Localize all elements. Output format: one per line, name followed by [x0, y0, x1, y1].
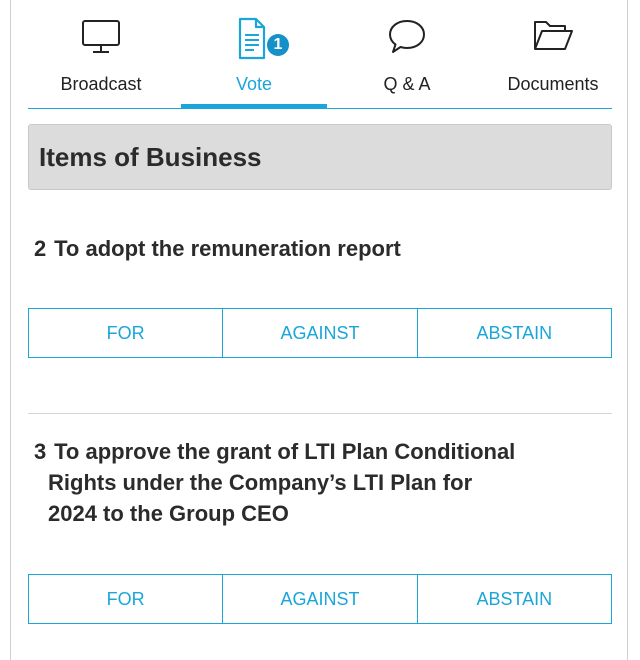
tab-label: Vote [235, 74, 273, 94]
tab-documents[interactable]: Documents [480, 0, 626, 108]
resolution-text: To approve the grant of LTI Plan Conditi… [54, 439, 516, 464]
vote-for-button[interactable]: FOR [29, 309, 223, 357]
folder-icon [480, 16, 626, 60]
vote-for-button[interactable]: FOR [29, 575, 223, 623]
tab-bar: Broadcast 1 Vote Q & A Documents [28, 0, 612, 109]
vote-against-button[interactable]: AGAINST [222, 575, 417, 623]
vote-options: FOR AGAINST ABSTAIN [28, 308, 612, 358]
resolution-text: To adopt the remuneration report [54, 236, 401, 261]
tab-qa[interactable]: Q & A [334, 0, 480, 108]
vote-count-badge: 1 [267, 34, 289, 56]
document-icon [181, 16, 327, 60]
resolution-title: 3 To approve the grant of LTI Plan Condi… [34, 436, 614, 529]
resolution-number: 2 [34, 236, 47, 261]
section-title: Items of Business [39, 142, 262, 172]
tab-label: Broadcast [60, 74, 142, 94]
section-header: Items of Business [28, 124, 612, 190]
vote-abstain-button[interactable]: ABSTAIN [416, 575, 611, 623]
resolution-text: Rights under the Company’s LTI Plan for [48, 470, 473, 495]
divider [28, 413, 612, 414]
active-tab-indicator [181, 104, 327, 109]
tab-label: Documents [507, 74, 599, 94]
resolution-text: 2024 to the Group CEO [48, 501, 289, 526]
vote-abstain-button[interactable]: ABSTAIN [416, 309, 611, 357]
vote-against-button[interactable]: AGAINST [222, 309, 417, 357]
monitor-icon [28, 16, 174, 60]
chat-bubble-icon [334, 16, 480, 60]
tab-vote[interactable]: 1 Vote [181, 0, 327, 109]
resolution-title: 2 To adopt the remuneration report [34, 233, 614, 264]
tab-broadcast[interactable]: Broadcast [28, 0, 174, 108]
resolution-number: 3 [34, 439, 47, 464]
tab-label: Q & A [383, 74, 431, 94]
vote-options: FOR AGAINST ABSTAIN [28, 574, 612, 624]
